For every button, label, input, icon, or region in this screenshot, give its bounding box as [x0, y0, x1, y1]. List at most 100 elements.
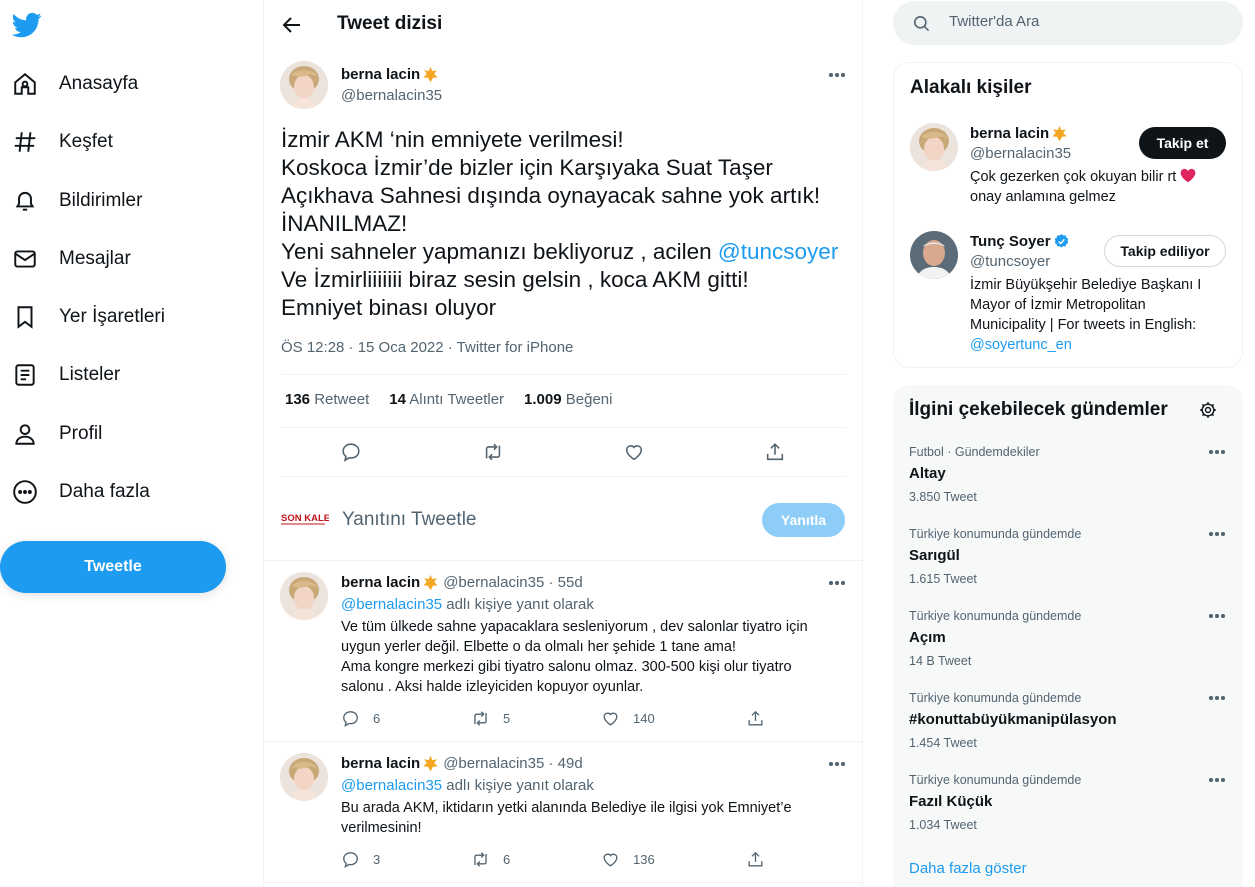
- nav-label: Anasayfa: [59, 73, 139, 94]
- nav-item-notifications[interactable]: Bildirimler: [12, 181, 142, 221]
- author-name[interactable]: berna lacin: [341, 66, 439, 83]
- nav-label: Bildirimler: [59, 190, 143, 211]
- follow-button[interactable]: Takip et: [1139, 127, 1226, 159]
- home-icon: [12, 71, 38, 97]
- twitter-logo-icon[interactable]: [12, 10, 42, 40]
- like-icon[interactable]: [623, 441, 645, 463]
- avatar[interactable]: [910, 123, 958, 171]
- more-options-icon[interactable]: [826, 68, 848, 82]
- trend-item[interactable]: Türkiye konumunda gündemde Açım 14 B Twe…: [909, 609, 1229, 679]
- nav-item-bookmarks[interactable]: Yer İşaretleri: [12, 297, 165, 337]
- star-badge-icon: [1052, 125, 1067, 142]
- avatar[interactable]: [280, 61, 328, 109]
- reply-to-link[interactable]: @bernalacin35: [341, 777, 442, 794]
- share-action[interactable]: [746, 850, 778, 869]
- retweet-icon: [474, 852, 487, 867]
- retweet-icon[interactable]: [482, 441, 504, 463]
- more-options-icon[interactable]: [1206, 773, 1228, 787]
- following-button[interactable]: Takip ediliyor: [1104, 235, 1226, 267]
- like-icon: [603, 853, 618, 867]
- reply-button[interactable]: Yanıtla: [762, 503, 845, 537]
- like-action[interactable]: 136: [601, 850, 655, 869]
- tweet-timestamp[interactable]: ÖS 12:28 · 15 Oca 2022 · Twitter for iPh…: [281, 339, 573, 356]
- star-badge-icon: [423, 574, 438, 591]
- right-sidebar: Alakalı kişiler berna lacin @bernalacin3…: [893, 0, 1255, 887]
- reply-action[interactable]: 3: [341, 850, 380, 869]
- reply-action[interactable]: 6: [341, 709, 380, 728]
- nav-item-more[interactable]: Daha fazla: [12, 472, 150, 512]
- settings-gear-icon[interactable]: [1198, 400, 1218, 420]
- like-icon: [603, 712, 618, 726]
- reply-to-link[interactable]: @bernalacin35: [341, 596, 442, 613]
- tweet-button[interactable]: Tweetle: [0, 541, 226, 593]
- trend-item[interactable]: Futbol · Gündemdekiler Altay 3.850 Tweet: [909, 445, 1229, 515]
- person-bio: Çok gezerken çok okuyan bilir rt onay an…: [970, 167, 1230, 207]
- replying-to: @bernalacin35 adlı kişiye yanıt olarak: [341, 596, 594, 613]
- divider: [264, 882, 862, 883]
- show-more-link[interactable]: Daha fazla göster: [909, 860, 1027, 877]
- more-options-icon[interactable]: [1206, 609, 1228, 623]
- avatar[interactable]: [910, 231, 958, 279]
- star-badge-icon: [423, 66, 438, 83]
- panel-title: İlgini çekebilecek gündemler: [909, 399, 1168, 420]
- avatar[interactable]: [280, 753, 328, 801]
- reply-author[interactable]: berna lacin @bernalacin35 · 55d: [341, 574, 583, 591]
- share-action[interactable]: [746, 709, 778, 728]
- nav-item-lists[interactable]: Listeler: [12, 355, 120, 395]
- search-input[interactable]: [949, 13, 1209, 30]
- trend-item[interactable]: Türkiye konumunda gündemde Sarıgül 1.615…: [909, 527, 1229, 597]
- person-name[interactable]: Tunç Soyer: [970, 233, 1070, 250]
- nav-item-profile[interactable]: Profil: [12, 414, 102, 454]
- more-options-icon[interactable]: [826, 757, 848, 771]
- author-handle[interactable]: @bernalacin35: [341, 87, 442, 104]
- panel-title: Alakalı kişiler: [910, 77, 1032, 98]
- trend-item[interactable]: Türkiye konumunda gündemde #konuttabüyük…: [909, 691, 1229, 761]
- person-bio: İzmir Büyükşehir Belediye Başkanı I Mayo…: [970, 275, 1230, 355]
- bio-mention-link[interactable]: @soyertunc_en: [970, 335, 1230, 355]
- more-options-icon[interactable]: [1206, 527, 1228, 541]
- left-navigation: Anasayfa Keşfet Bildirimler Mesajlar Yer…: [0, 0, 263, 887]
- share-icon[interactable]: [764, 441, 786, 463]
- nav-item-explore[interactable]: Keşfet: [12, 122, 113, 162]
- reply-text: Bu arada AKM, iktidarın yetki alanında B…: [341, 800, 792, 836]
- divider: [281, 427, 846, 428]
- nav-label: Mesajlar: [59, 248, 131, 269]
- avatar[interactable]: [280, 572, 328, 620]
- trend-item[interactable]: Türkiye konumunda gündemde Fazıl Küçük 1…: [909, 773, 1229, 843]
- person-name[interactable]: berna lacin: [970, 125, 1068, 142]
- like-action[interactable]: 140: [601, 709, 655, 728]
- like-count-link[interactable]: 1.009 Beğeni: [524, 391, 612, 408]
- svg-text:SON KALE: SON KALE: [281, 513, 329, 524]
- verified-badge-icon: [1054, 234, 1068, 248]
- nav-item-home[interactable]: Anasayfa: [12, 64, 138, 104]
- reply-icon[interactable]: [340, 441, 362, 463]
- bookmark-icon: [12, 304, 38, 330]
- search-box[interactable]: [893, 1, 1243, 45]
- nav-item-messages[interactable]: Mesajlar: [12, 239, 131, 279]
- reply-icon: [343, 711, 358, 728]
- retweet-action[interactable]: 6: [471, 850, 510, 869]
- divider: [264, 741, 862, 742]
- nav-label: Keşfet: [59, 131, 113, 152]
- page-title: Tweet dizisi: [337, 13, 443, 34]
- reply-input[interactable]: Yanıtını Tweetle: [342, 509, 477, 531]
- nav-label: Daha fazla: [59, 481, 150, 502]
- quote-count-link[interactable]: 14 Alıntı Tweetler: [389, 391, 504, 408]
- retweet-count-link[interactable]: 136 Retweet: [285, 391, 369, 408]
- share-icon: [748, 851, 763, 867]
- nav-label: Profil: [59, 423, 103, 444]
- more-options-icon[interactable]: [1206, 445, 1228, 459]
- page-header: Tweet dizisi: [264, 0, 862, 50]
- reply-text: Ve tüm ülkede sahne yapacaklara sesleniy…: [341, 619, 808, 695]
- replying-to: @bernalacin35 adlı kişiye yanıt olarak: [341, 777, 594, 794]
- retweet-action[interactable]: 5: [471, 709, 510, 728]
- mention-link[interactable]: @tuncsoyer: [718, 239, 838, 264]
- back-arrow-icon[interactable]: [280, 13, 304, 37]
- more-options-icon[interactable]: [826, 576, 848, 590]
- person-handle[interactable]: @bernalacin35: [970, 145, 1071, 162]
- divider: [264, 560, 862, 561]
- person-handle[interactable]: @tuncsoyer: [970, 253, 1050, 270]
- reply-author[interactable]: berna lacin @bernalacin35 · 49d: [341, 755, 583, 772]
- person-icon: [12, 421, 38, 447]
- more-options-icon[interactable]: [1206, 691, 1228, 705]
